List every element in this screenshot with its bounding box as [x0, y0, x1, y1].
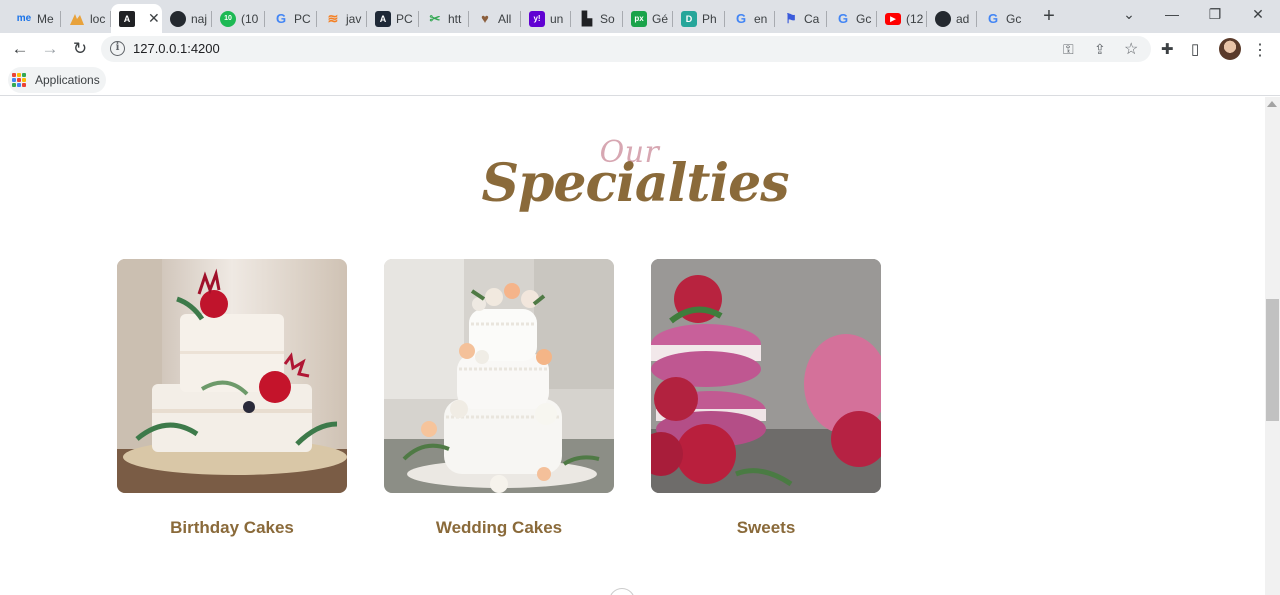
- share-icon[interactable]: ⇪: [1094, 41, 1106, 58]
- page-viewport: Our Specialties Birthday Cakes Wedding C…: [0, 97, 1265, 595]
- tab-label: PC: [396, 11, 413, 26]
- github-favicon-icon: [170, 10, 186, 27]
- tab-close-icon[interactable]: ✕: [148, 10, 160, 27]
- tab-favicon-icon: me: [16, 13, 32, 24]
- tab-label: un: [550, 11, 564, 26]
- tab-4[interactable]: naj: [162, 4, 212, 33]
- tab-label: So: [600, 11, 615, 26]
- flag-favicon-icon: ⚑: [785, 10, 797, 26]
- wedding-cake-image: [384, 259, 614, 493]
- tab-label: loc: [90, 11, 106, 26]
- scroll-up-arrow-icon[interactable]: [1267, 101, 1277, 107]
- tab-11[interactable]: y! un: [521, 4, 571, 33]
- apps-grid-icon: [12, 73, 26, 87]
- tab-label: ad: [956, 11, 970, 26]
- url-text[interactable]: 127.0.0.1:4200: [133, 41, 220, 56]
- site-info-icon[interactable]: i: [110, 41, 125, 56]
- back-button[interactable]: ←: [8, 37, 32, 61]
- scrollbar-thumb[interactable]: [1266, 299, 1279, 421]
- google-favicon-icon: G: [987, 11, 999, 26]
- tab-favicon-icon: [69, 11, 85, 27]
- bookmarks-bar: Applications: [0, 65, 1280, 96]
- tab-favicon-icon: A: [375, 10, 391, 27]
- tab-10[interactable]: ♥ All: [469, 4, 521, 33]
- specialty-card-wedding[interactable]: Wedding Cakes: [384, 259, 614, 538]
- tab-20[interactable]: G Gc: [977, 4, 1029, 33]
- tab-favicon-icon: ▙: [582, 10, 592, 26]
- browser-toolbar: ← → ↻ i 127.0.0.1:4200 ⚿ ⇪ ☆ ✚ ▯: [0, 33, 1280, 65]
- tab-8[interactable]: A PC: [367, 4, 419, 33]
- tab-strip: me Me loc A ✕ naj 10 (10 G PC ≋ jav A PC…: [0, 0, 1280, 33]
- tab-label: Gc: [856, 11, 872, 26]
- github-favicon-icon: [935, 10, 951, 27]
- tab-13[interactable]: px Gé: [623, 4, 673, 33]
- bookmark-star-icon[interactable]: ☆: [1124, 39, 1138, 59]
- side-panel-icon[interactable]: ▯: [1191, 40, 1199, 58]
- section-heading: Specialties: [481, 153, 790, 214]
- tab-12[interactable]: ▙ So: [571, 4, 623, 33]
- tab-label: PC: [294, 11, 311, 26]
- tab-favicon-icon: D: [681, 10, 697, 27]
- address-bar[interactable]: i 127.0.0.1:4200 ⚿ ⇪ ☆: [101, 36, 1151, 62]
- tab-favicon-icon: ✂: [429, 10, 441, 26]
- tab-search-button[interactable]: ⌄: [1114, 4, 1144, 26]
- stackoverflow-favicon-icon: ≋: [327, 10, 339, 26]
- google-favicon-icon: G: [837, 11, 849, 26]
- tab-favicon-icon: px: [631, 10, 647, 27]
- tab-label: Gé: [652, 11, 669, 26]
- tab-label: (10: [241, 11, 259, 26]
- tab-favicon-icon: 10: [220, 10, 236, 27]
- restore-button[interactable]: ❐: [1200, 4, 1230, 26]
- angular-favicon-icon: A: [119, 10, 135, 27]
- specialty-card-birthday[interactable]: Birthday Cakes: [117, 259, 347, 538]
- apps-label: Applications: [35, 73, 100, 87]
- tab-label: Ca: [804, 11, 820, 26]
- tab-label: Ph: [702, 11, 717, 26]
- new-tab-button[interactable]: +: [1038, 6, 1060, 28]
- card-title[interactable]: Sweets: [651, 518, 881, 538]
- card-title[interactable]: Birthday Cakes: [117, 518, 347, 538]
- tab-label: All: [498, 11, 512, 26]
- tab-18[interactable]: ▶ (12: [877, 4, 927, 33]
- tab-2[interactable]: loc: [61, 4, 111, 33]
- tab-label: Me: [37, 11, 54, 26]
- tab-label: Gc: [1006, 11, 1022, 26]
- card-title[interactable]: Wedding Cakes: [384, 518, 614, 538]
- heart-favicon-icon: ♥: [481, 11, 489, 26]
- tab-19[interactable]: ad: [927, 4, 977, 33]
- tab-16[interactable]: ⚑ Ca: [775, 4, 827, 33]
- yahoo-favicon-icon: y!: [529, 10, 545, 27]
- tab-active[interactable]: A ✕: [111, 4, 162, 33]
- reload-button[interactable]: ↻: [68, 37, 92, 61]
- tab-label: (12: [906, 11, 924, 26]
- minimize-button[interactable]: —: [1157, 4, 1187, 26]
- browser-menu-icon[interactable]: ⋮: [1252, 40, 1268, 60]
- apps-shortcut[interactable]: Applications: [8, 67, 106, 93]
- forward-button[interactable]: →: [38, 37, 62, 61]
- extensions-icon[interactable]: ✚: [1161, 40, 1174, 58]
- sweets-macaron-image: [651, 259, 881, 493]
- tab-label: en: [754, 11, 768, 26]
- profile-avatar[interactable]: [1219, 38, 1241, 60]
- tab-14[interactable]: D Ph: [673, 4, 725, 33]
- tab-label: jav: [346, 11, 362, 26]
- tab-7[interactable]: ≋ jav: [317, 4, 367, 33]
- key-icon[interactable]: ⚿: [1063, 41, 1074, 58]
- tab-17[interactable]: G Gc: [827, 4, 877, 33]
- tab-label: naj: [191, 11, 208, 26]
- tab-5[interactable]: 10 (10: [212, 4, 265, 33]
- tab-1[interactable]: me Me: [8, 4, 61, 33]
- birthday-cake-image: [117, 259, 347, 493]
- tab-label: htt: [448, 11, 462, 26]
- youtube-favicon-icon: ▶: [885, 12, 901, 25]
- tab-9[interactable]: ✂ htt: [419, 4, 469, 33]
- specialty-card-sweets[interactable]: Sweets: [651, 259, 881, 538]
- window-close-button[interactable]: ✕: [1243, 4, 1273, 26]
- google-favicon-icon: G: [735, 11, 747, 26]
- scroll-indicator-icon[interactable]: [609, 588, 635, 595]
- google-favicon-icon: G: [275, 11, 287, 26]
- tab-6[interactable]: G PC: [265, 4, 317, 33]
- tab-15[interactable]: G en: [725, 4, 775, 33]
